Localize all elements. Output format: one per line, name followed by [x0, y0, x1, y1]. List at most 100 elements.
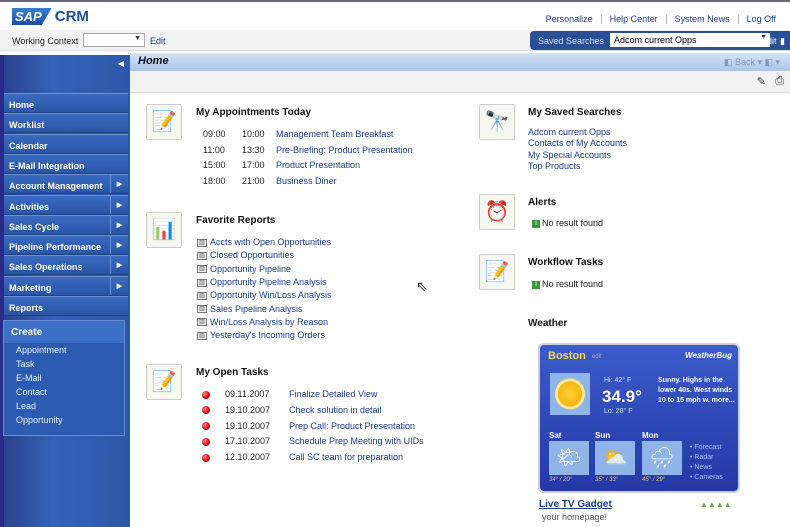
cameras-link[interactable]: • Cameras	[690, 473, 723, 483]
weather-temp: 34.9°	[602, 387, 642, 406]
report-icon: ▥	[197, 238, 207, 247]
sidebar-item-activities[interactable]: Activities ▶	[4, 194, 128, 215]
sidebar-item-pipeline-performance[interactable]: Pipeline Performance ▶	[4, 235, 128, 256]
report-item[interactable]: ▥ Accts with Open Opportunities	[197, 237, 331, 247]
mouse-cursor-icon: ⇖	[416, 278, 428, 294]
task-date: 19.10.2007	[225, 404, 271, 415]
gadget-icons[interactable]: ▲▲▲▲	[700, 500, 732, 509]
saved-search-link[interactable]: My Special Accounts	[528, 150, 611, 160]
trash-icon[interactable]: ▮	[780, 36, 785, 47]
appointment-start: 09:00	[203, 129, 226, 139]
sap-crm-logo: SAP CRM	[12, 8, 89, 25]
pencil-icon[interactable]: ✎	[757, 75, 766, 88]
create-opportunity[interactable]: Opportunity	[4, 413, 124, 427]
weather-hi: Hi: 42° F	[604, 377, 632, 384]
personalize-link[interactable]: Personalize	[538, 14, 601, 24]
page-title-bar: Home ◧ Back ▾ ◧ ▾	[130, 53, 790, 71]
weather-edit-link[interactable]: edit	[592, 354, 602, 360]
task-link[interactable]: Call SC team for preparation	[289, 452, 403, 462]
saved-search-link[interactable]: Top Products	[528, 161, 581, 171]
context-bar: Working Context Edit Saved Searches Adco…	[0, 30, 790, 51]
appointments-icon: 📝	[146, 104, 182, 140]
create-appointment[interactable]: Appointment	[4, 343, 124, 357]
report-icon: ▥	[197, 318, 207, 327]
sidebar-item-calendar[interactable]: Calendar	[4, 133, 128, 154]
sidebar-item-home[interactable]: Home	[4, 93, 128, 113]
priority-red-icon	[202, 421, 210, 431]
report-item[interactable]: ▥ Win/Loss Analysis by Reason	[197, 317, 328, 327]
radar-link[interactable]: • Radar	[690, 453, 723, 463]
weather-widget: Boston edit WeatherBug Hi: 42° F 34.9° L…	[538, 343, 740, 493]
task-link[interactable]: Check solution in detail	[289, 405, 382, 415]
report-item[interactable]: ▥ Opportunity Pipeline	[197, 264, 291, 274]
saved-search-link[interactable]: Adcom current Opps	[528, 127, 611, 137]
report-icon: ▥	[197, 265, 207, 274]
forecast-day: Sat 🌤 34° / 20°	[549, 431, 593, 483]
reports-title: Favorite Reports	[196, 215, 276, 226]
appointment-start: 11:00	[203, 144, 225, 155]
news-link[interactable]: • News	[690, 463, 723, 473]
tasks-icon: 📝	[146, 364, 182, 400]
chevron-right-icon[interactable]: ▶	[110, 256, 128, 275]
sidebar-item-reports[interactable]: Reports	[4, 296, 128, 316]
context-edit-link[interactable]: Edit	[150, 36, 166, 46]
help-center-link[interactable]: Help Center	[600, 14, 666, 24]
create-title: Create	[4, 321, 124, 343]
create-contact[interactable]: Contact	[4, 385, 124, 399]
appointment-end: 10:00	[242, 129, 265, 139]
task-link[interactable]: Finalize Detailed View	[289, 389, 377, 399]
sidebar-item-e-mail-integration[interactable]: E-Mail Integration	[4, 153, 128, 174]
report-item[interactable]: ▥ Opportunity Win/Loss Analysis	[197, 290, 332, 300]
weather-description[interactable]: Sunny. Highs in the lower 40s. West wind…	[658, 376, 740, 406]
toolbar: ✎ ⎙	[130, 71, 790, 93]
sidebar-item-worklist[interactable]: Worklist	[4, 113, 128, 134]
forecast-link[interactable]: • Forecast	[690, 443, 723, 453]
task-date: 12.10.2007	[225, 452, 271, 463]
create-task[interactable]: Task	[4, 357, 124, 371]
appointment-link[interactable]: Pre-Briefing: Product Presentation	[276, 145, 413, 155]
sidebar-item-sales-cycle[interactable]: Sales Cycle ▶	[4, 214, 128, 235]
live-tv-gadget-link[interactable]: Live TV Gadget	[539, 499, 612, 510]
forecast-day: Mon 🌧 45° / 29°	[642, 431, 686, 483]
print-icon[interactable]: ⎙	[775, 75, 784, 88]
weather-city: Boston	[548, 350, 586, 362]
appointment-link[interactable]: Business Diner	[276, 176, 337, 186]
working-context-select[interactable]	[83, 33, 145, 47]
create-lead[interactable]: Lead	[4, 399, 124, 413]
chevron-right-icon[interactable]: ▶	[110, 236, 128, 255]
log-off-link[interactable]: Log Off	[737, 14, 784, 24]
sunny-icon	[550, 373, 590, 415]
report-icon: ▥	[197, 291, 207, 300]
saved-searches-bar: Saved Searches Adcom current Opps Go Edi…	[530, 31, 790, 50]
back-button[interactable]: ◧ Back ▾ ◧ ▾	[724, 57, 780, 68]
report-icon: ▥	[197, 278, 207, 287]
info-icon: i	[532, 280, 540, 289]
collapse-sidebar-icon[interactable]: ◀	[118, 59, 124, 68]
task-link[interactable]: Schedule Prep Meeting with UIDs	[289, 436, 424, 446]
sidebar-item-account-management[interactable]: Account Management ▶	[4, 174, 128, 195]
appointment-end: 17:00	[242, 160, 265, 171]
priority-red-icon	[202, 436, 210, 447]
chevron-right-icon[interactable]: ▶	[110, 195, 128, 214]
report-item[interactable]: ▥ Closed Opportunities	[197, 250, 294, 260]
system-news-link[interactable]: System News	[665, 14, 738, 24]
saved-search-edit-button[interactable]: Edit	[761, 36, 777, 46]
chevron-right-icon[interactable]: ▶	[110, 276, 128, 295]
chevron-right-icon[interactable]: ▶	[110, 215, 128, 234]
task-date: 09.11.2007	[225, 389, 270, 399]
task-link[interactable]: Prep Call: Product Presentation	[289, 421, 415, 431]
report-item[interactable]: ▥ Sales Pipeline Analysis	[197, 304, 303, 314]
chevron-right-icon[interactable]: ▶	[110, 175, 128, 194]
saved-search-link[interactable]: Contacts of My Accounts	[528, 138, 627, 148]
report-item[interactable]: ▥ Yesterday's Incoming Orders	[197, 330, 325, 340]
sun-cloud-icon: 🌤	[549, 441, 589, 475]
sidebar-item-marketing[interactable]: Marketing ▶	[4, 275, 128, 296]
priority-red-icon	[202, 405, 210, 415]
report-item[interactable]: ▥ Opportunity Pipeline Analysis	[197, 277, 327, 287]
priority-red-icon	[202, 389, 210, 399]
sidebar-item-sales-operations[interactable]: Sales Operations ▶	[4, 255, 128, 276]
appointment-link[interactable]: Management Team Breakfast	[276, 129, 393, 139]
appointment-link[interactable]: Product Presentation	[276, 160, 360, 170]
create-e-mail[interactable]: E-Mail	[4, 371, 124, 385]
go-button[interactable]: Go	[742, 36, 754, 46]
